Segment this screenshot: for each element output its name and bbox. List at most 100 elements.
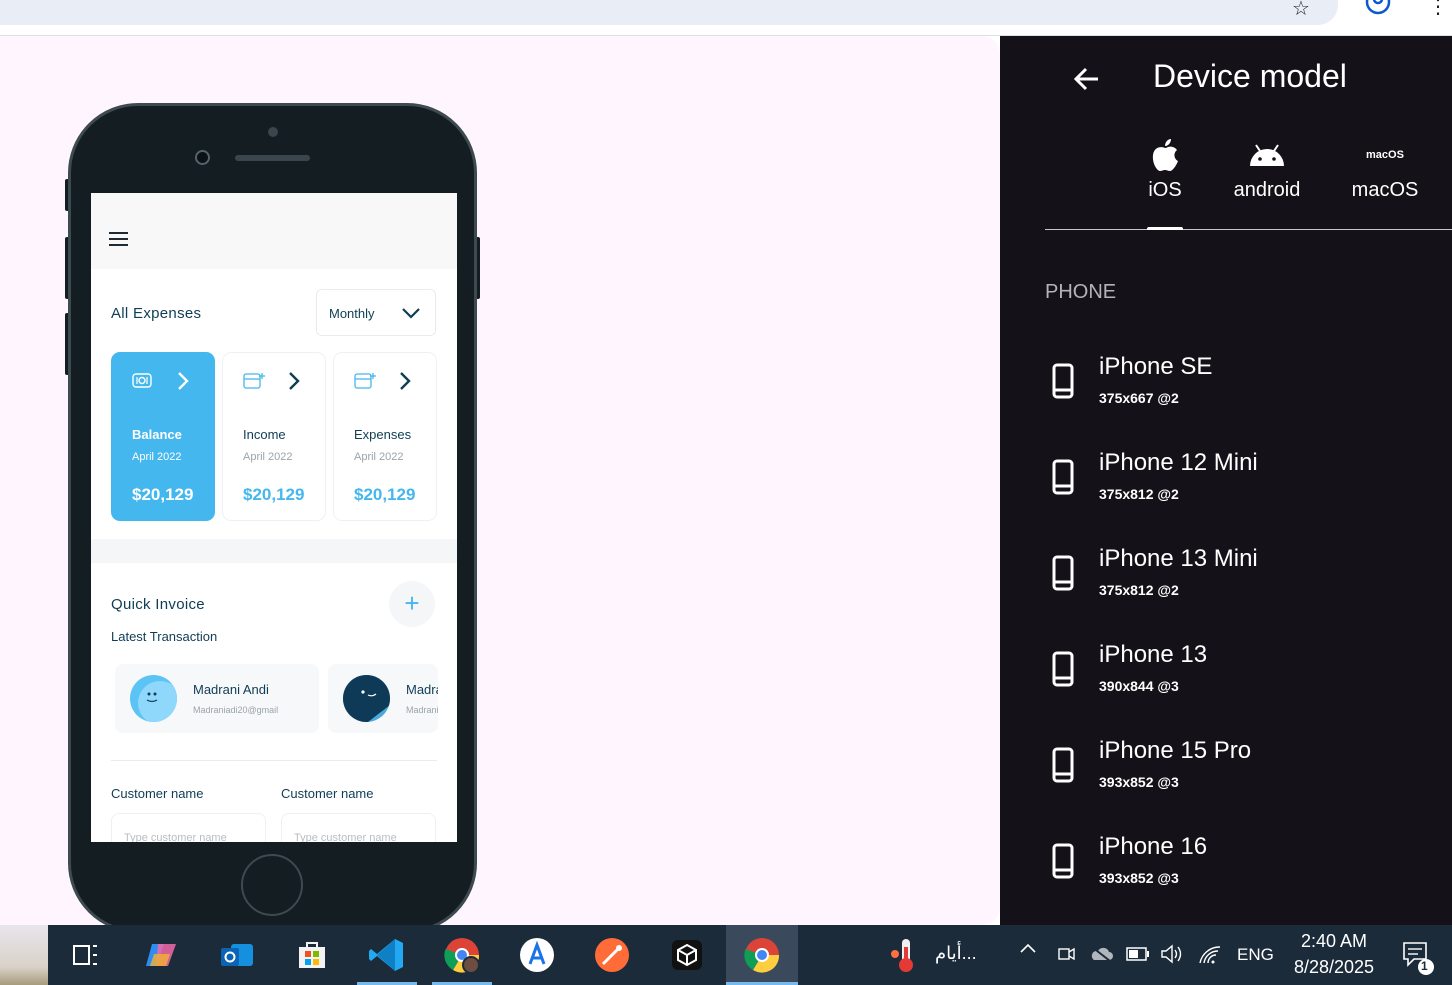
customer-name-label: Customer name	[111, 786, 204, 801]
card-label: Balance	[132, 427, 182, 442]
task-view-icon[interactable]	[63, 933, 107, 977]
add-invoice-button[interactable]: +	[389, 581, 435, 627]
device-item-iphone-12-mini[interactable]: iPhone 12 Mini 375x812 @2	[1045, 449, 1445, 519]
card-out-icon	[354, 373, 376, 389]
clock-date: 8/28/2025	[1293, 957, 1375, 977]
tab-label: iOS	[1148, 179, 1182, 201]
device-item-iphone-13-mini[interactable]: iPhone 13 Mini 375x812 @2	[1045, 545, 1445, 615]
desktop-peek-thumbnail[interactable]	[0, 925, 48, 985]
customer-name-input[interactable]: Type customer name	[281, 813, 436, 842]
chevron-right-icon	[289, 372, 300, 390]
phone-screen: All Expenses Monthly Balance April 2022 …	[91, 193, 457, 842]
contact-card[interactable]: Madrani Andi Madraniadi20@gmail	[328, 664, 438, 733]
smartphone-icon	[1052, 651, 1074, 687]
phone-section-header: PHONE	[1045, 281, 1117, 303]
browser-toolbar: ☆ ⋮	[0, 0, 1452, 36]
smartphone-icon	[1052, 843, 1074, 879]
weather-text[interactable]: أيام...	[935, 943, 977, 964]
phone-home-button[interactable]	[241, 854, 303, 916]
tab-ios[interactable]: iOS	[1145, 136, 1185, 202]
chevron-down-icon	[402, 308, 420, 319]
customer-name-input[interactable]: Type customer name	[111, 813, 266, 842]
input-placeholder: Type customer name	[124, 832, 227, 842]
profile-icon[interactable]	[1364, 0, 1392, 22]
smartphone-icon	[1052, 555, 1074, 591]
device-item-iphone-15-pro[interactable]: iPhone 15 Pro 393x852 @3	[1045, 737, 1445, 807]
card-amount: $20,129	[132, 485, 194, 504]
tab-macos[interactable]: macOS macOS	[1349, 136, 1421, 202]
onedrive-icon[interactable]	[1088, 945, 1114, 968]
customer-name-label: Customer name	[281, 786, 374, 801]
clock[interactable]: 2:40 AM 8/28/2025	[1284, 931, 1384, 978]
smartphone-icon	[1052, 459, 1074, 495]
expenses-card[interactable]: Expenses April 2022 $20,129	[333, 352, 437, 521]
phone-speaker	[235, 155, 310, 161]
wifi-icon[interactable]	[1198, 943, 1222, 970]
chrome-active-icon[interactable]	[726, 925, 798, 985]
language-indicator[interactable]: ENG	[1237, 945, 1274, 965]
device-item-iphone-13[interactable]: iPhone 13 390x844 @3	[1045, 641, 1445, 711]
chevron-up-icon[interactable]	[1018, 939, 1038, 964]
postman-icon[interactable]	[590, 933, 634, 977]
taskbar: أيام... ENG 2:40 AM 8/28/2025 1	[0, 925, 1452, 985]
income-card[interactable]: Income April 2022 $20,129	[222, 352, 326, 521]
device-name: iPhone 13 Mini	[1099, 545, 1258, 572]
more-menu-icon[interactable]: ⋮	[1428, 0, 1448, 19]
volume-icon[interactable]	[1160, 943, 1186, 970]
battery-icon[interactable]	[1126, 947, 1150, 966]
quick-invoice-section: Quick Invoice + Latest Transaction Madra…	[91, 563, 457, 842]
thermometer-icon[interactable]	[888, 937, 918, 978]
chevron-right-icon	[178, 372, 189, 390]
divider	[111, 760, 437, 761]
period-dropdown[interactable]: Monthly	[316, 289, 436, 336]
apple-icon	[1145, 136, 1185, 174]
quick-invoice-title: Quick Invoice	[111, 596, 205, 613]
contact-name: Madrani Andi	[406, 682, 438, 697]
iphone-frame: All Expenses Monthly Balance April 2022 …	[68, 103, 477, 933]
card-date: April 2022	[243, 451, 293, 463]
smartphone-icon	[1052, 363, 1074, 399]
balance-card[interactable]: Balance April 2022 $20,129	[111, 352, 215, 521]
device-name: iPhone 13	[1099, 641, 1208, 668]
notification-count: 1	[1421, 959, 1428, 973]
contact-card[interactable]: Madrani Andi Madraniadi20@gmail	[115, 664, 319, 733]
vs-code-icon[interactable]	[365, 933, 409, 977]
device-item-iphone-se[interactable]: iPhone SE 375x667 @2	[1045, 353, 1445, 423]
cube-app-icon[interactable]	[665, 933, 709, 977]
hamburger-menu-icon[interactable]	[109, 232, 128, 246]
chrome-profile-icon[interactable]	[440, 933, 484, 977]
macos-icon: macOS	[1366, 149, 1404, 161]
tabs-divider	[1045, 229, 1452, 230]
microsoft-store-icon[interactable]	[290, 933, 334, 977]
notification-icon[interactable]: 1	[1402, 941, 1438, 980]
input-placeholder: Type customer name	[294, 832, 397, 842]
outlook-icon[interactable]	[215, 933, 259, 977]
meet-now-icon[interactable]	[1056, 943, 1076, 970]
smartphone-icon	[1052, 747, 1074, 783]
device-name: iPhone 15 Pro	[1099, 737, 1252, 764]
card-date: April 2022	[132, 451, 182, 463]
device-model-panel: Device model iOS android macOS macOS PHO…	[1000, 36, 1452, 925]
device-resolution: 375x812 @2	[1099, 486, 1179, 502]
card-in-icon	[243, 373, 265, 389]
phone-sensor	[268, 127, 278, 137]
device-resolution: 393x852 @3	[1099, 774, 1179, 790]
tab-label: android	[1233, 179, 1301, 201]
device-name: iPhone 16	[1099, 833, 1208, 860]
star-bookmark-icon[interactable]: ☆	[1292, 0, 1310, 21]
tab-indicator	[1147, 227, 1183, 230]
device-item-iphone-16[interactable]: iPhone 16 393x852 @3	[1045, 833, 1445, 903]
copilot-icon[interactable]	[139, 933, 183, 977]
all-expenses-title: All Expenses	[111, 305, 202, 322]
device-resolution: 393x852 @3	[1099, 870, 1179, 886]
app-bar	[91, 193, 457, 269]
card-amount: $20,129	[354, 485, 416, 504]
tab-android[interactable]: android	[1228, 136, 1306, 202]
device-resolution: 390x844 @3	[1099, 678, 1179, 694]
clock-time: 2:40 AM	[1300, 931, 1368, 951]
contact-email: Madraniadi20@gmail	[406, 705, 438, 715]
app-store-a-icon[interactable]	[515, 933, 559, 977]
arrow-left-icon[interactable]	[1072, 64, 1102, 94]
address-bar[interactable]	[0, 0, 1338, 25]
device-name: iPhone 12 Mini	[1099, 449, 1258, 476]
